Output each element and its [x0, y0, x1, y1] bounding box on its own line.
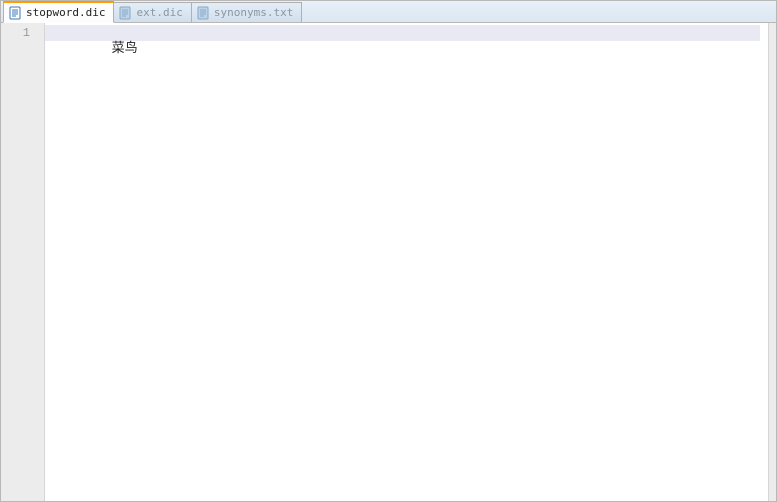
tab-stopword-dic[interactable]: stopword.dic: [3, 2, 114, 23]
tab-label: ext.dic: [136, 6, 182, 19]
editor-area: 1 菜鸟: [1, 23, 776, 501]
text-content: 菜鸟: [112, 41, 138, 56]
file-icon: [118, 6, 132, 20]
text-editor[interactable]: 菜鸟: [45, 23, 768, 501]
line-number: 1: [1, 25, 44, 41]
file-icon: [196, 6, 210, 20]
current-line-highlight: [45, 25, 760, 41]
right-margin: [768, 23, 776, 501]
file-icon: [8, 6, 22, 20]
tab-synonyms-txt[interactable]: synonyms.txt: [191, 2, 302, 22]
tab-bar: stopword.dic ext.dic: [1, 1, 776, 23]
tab-label: stopword.dic: [26, 6, 105, 19]
line-gutter: 1: [1, 23, 45, 501]
tab-ext-dic[interactable]: ext.dic: [113, 2, 191, 22]
tab-label: synonyms.txt: [214, 6, 293, 19]
editor-window: stopword.dic ext.dic: [0, 0, 777, 502]
